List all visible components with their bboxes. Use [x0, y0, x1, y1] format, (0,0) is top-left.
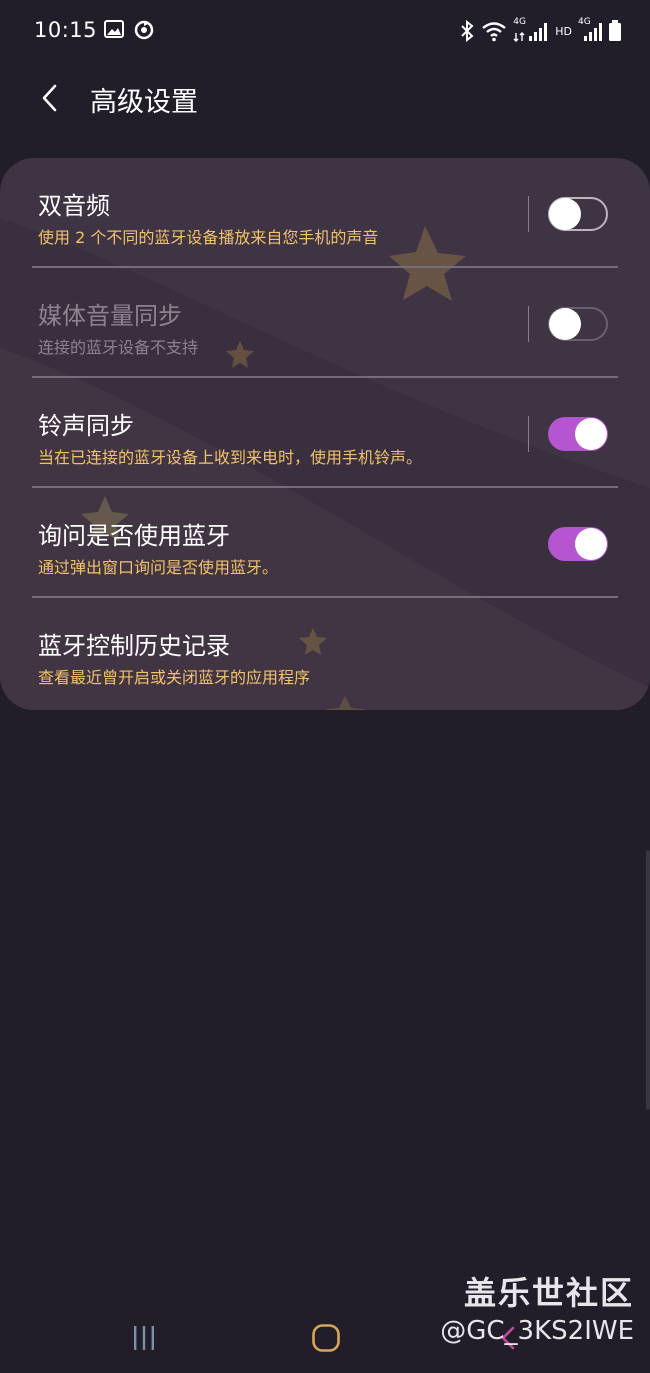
bluetooth-icon: [459, 20, 475, 42]
status-time: 10:15: [34, 18, 98, 42]
toggle-knob: [549, 198, 581, 230]
home-icon: [312, 1324, 340, 1352]
setting-subtitle: 连接的蓝牙设备不支持: [38, 338, 199, 357]
signal-4g-icon: 4G: [513, 17, 549, 43]
divider-vertical: [528, 416, 529, 452]
toggle-knob: [549, 308, 581, 340]
setting-subtitle: 当在已连接的蓝牙设备上收到来电时，使用手机铃声。: [38, 448, 423, 467]
watermark-site: 盖乐世社区: [463, 1274, 634, 1312]
battery-icon: [608, 20, 622, 42]
hd-label: HD: [555, 24, 572, 38]
wifi-icon: [481, 20, 507, 42]
ringtone-sync-toggle[interactable]: [548, 417, 608, 451]
setting-title: 媒体音量同步: [38, 302, 182, 330]
recents-button[interactable]: [124, 1318, 164, 1358]
chevron-left-icon: [42, 84, 57, 112]
toggle-knob: [575, 418, 607, 450]
watermark-user: @GC_3KS2IWE: [440, 1316, 634, 1346]
page-title: 高级设置: [90, 87, 198, 118]
setting-bluetooth-control-history[interactable]: 蓝牙控制历史记录 查看最近曾开启或关闭蓝牙的应用程序: [0, 598, 650, 708]
home-button[interactable]: [306, 1318, 346, 1358]
image-icon: [104, 20, 124, 42]
setting-subtitle: 使用 2 个不同的蓝牙设备播放来自您手机的声音: [38, 228, 379, 247]
toggle-knob: [575, 528, 607, 560]
setting-subtitle: 查看最近曾开启或关闭蓝牙的应用程序: [38, 668, 311, 687]
setting-title: 询问是否使用蓝牙: [38, 522, 230, 550]
setting-ask-bluetooth[interactable]: 询问是否使用蓝牙 通过弹出窗口询问是否使用蓝牙。: [0, 488, 650, 598]
setting-dual-audio[interactable]: 双音频 使用 2 个不同的蓝牙设备播放来自您手机的声音: [0, 158, 650, 268]
setting-subtitle: 通过弹出窗口询问是否使用蓝牙。: [38, 558, 279, 577]
ask-bluetooth-toggle[interactable]: [548, 527, 608, 561]
sync-icon: [134, 20, 154, 44]
status-icons: 4G HD 4G: [459, 16, 622, 46]
status-bar: 10:15 4G HD 4G: [0, 0, 650, 62]
setting-title: 铃声同步: [38, 412, 134, 440]
app-header: 高级设置: [0, 62, 650, 142]
recents-icon: [134, 1326, 154, 1350]
dual-audio-toggle[interactable]: [548, 197, 608, 231]
media-volume-sync-toggle: [548, 307, 608, 341]
divider-vertical: [528, 196, 529, 232]
divider-vertical: [528, 306, 529, 342]
scrollbar[interactable]: [646, 850, 650, 1110]
setting-title: 双音频: [38, 192, 110, 220]
setting-media-volume-sync: 媒体音量同步 连接的蓝牙设备不支持: [0, 268, 650, 378]
hd-signal-icon: 4G: [578, 17, 602, 43]
back-button[interactable]: [28, 76, 72, 120]
settings-card: 双音频 使用 2 个不同的蓝牙设备播放来自您手机的声音 媒体音量同步 连接的蓝牙…: [0, 158, 650, 710]
setting-ringtone-sync[interactable]: 铃声同步 当在已连接的蓝牙设备上收到来电时，使用手机铃声。: [0, 378, 650, 488]
setting-title: 蓝牙控制历史记录: [38, 632, 230, 660]
